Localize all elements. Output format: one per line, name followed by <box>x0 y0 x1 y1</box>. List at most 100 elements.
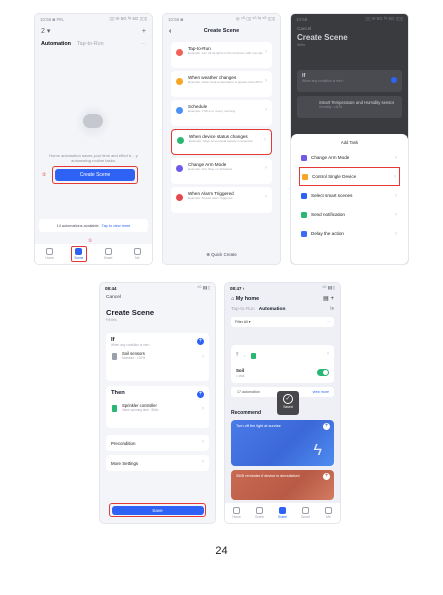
scene-icon <box>279 507 286 514</box>
tab-tap-to-run[interactable]: Tap-to-Run <box>77 41 104 47</box>
add-action-button[interactable]: + <box>197 391 204 398</box>
task-control-single-device[interactable]: Control Single Device › <box>299 167 400 186</box>
automations-available-banner[interactable]: 14 automations available. Tap to view mo… <box>39 219 148 232</box>
chevron-right-icon: › <box>202 406 204 412</box>
nav-scene[interactable]: Scene <box>252 507 268 519</box>
chevron-right-icon: › <box>395 192 397 199</box>
status-time: 10:55 ◙ ##L <box>40 16 64 22</box>
add-icon[interactable]: + <box>323 423 330 430</box>
filter-dropdown[interactable]: Filter All ▾ ⋯ <box>231 317 334 327</box>
cancel-button[interactable]: Cancel <box>291 24 408 33</box>
bottom-nav: Home Scene Smart Me <box>35 244 152 264</box>
more-settings-row[interactable]: More Settings › <box>106 455 209 471</box>
create-scene-button[interactable]: Create Scene <box>55 169 135 181</box>
option-change-arm-mode[interactable]: Change Arm Mode Example: Arm Stay on Sch… <box>171 158 272 184</box>
home-icon <box>46 248 54 255</box>
if-section: If When any condition is met › + Soil se… <box>106 333 209 381</box>
nav-me[interactable]: Me <box>321 507 337 519</box>
task-delay-action[interactable]: Delay the action › <box>299 224 400 243</box>
nav-scene-active[interactable]: Scene <box>275 507 291 519</box>
option-device-status-changes[interactable]: When device status changes Example: when… <box>171 129 272 155</box>
status-time: 10:58 <box>296 16 308 22</box>
automation-toggle[interactable] <box>317 369 329 376</box>
shield-icon <box>176 165 183 172</box>
smart-icon <box>302 507 309 514</box>
status-icons: ◎ ⁴ᴳ ▯▯ ⁵ᴳ ²ᵍ ⁵ᴳ ▯▯▯ <box>235 16 275 21</box>
header-actions[interactable]: ▤ + <box>323 295 334 302</box>
page-number: 24 <box>215 545 228 557</box>
sensor-icon <box>112 353 117 360</box>
task-change-arm-mode[interactable]: Change Arm Mode › <box>299 148 400 167</box>
status-time: 08:47 › <box>230 285 245 291</box>
chevron-right-icon: › <box>265 165 267 171</box>
option-tap-to-run[interactable]: Tap-to-Run Example: turn off all lights … <box>171 42 272 68</box>
task-select-smart-scenes[interactable]: Select smart scenes › <box>299 186 400 205</box>
page-subtitle: Write <box>297 43 306 47</box>
screen-add-task-sheet: 10:58 ▯▯ ✉ 5G ²ᵍ 5G ▯▯▯ Cancel Create Sc… <box>291 14 408 264</box>
status-bar: 08:47 › ⁵ᴳ ▮▮▯ <box>225 283 340 293</box>
save-highlight: Save <box>109 503 206 517</box>
chevron-right-icon: › <box>265 78 267 84</box>
condition-device[interactable]: Smart Temperature and Humidity sensor Hu… <box>297 96 402 118</box>
smart-icon <box>104 248 112 255</box>
recommend-card-sunrise[interactable]: Turn off the light at sunrise + ϟ <box>231 420 334 466</box>
status-icons: ⁵ᴳ ▮▮▯ <box>197 285 210 290</box>
tab-automation[interactable]: Automation <box>259 307 286 312</box>
condition-soil-sensor[interactable]: Soil sensors Moisture : <20% › <box>111 351 204 366</box>
chevron-right-icon: › <box>202 354 204 360</box>
screen-create-scene-options: 10:56 ◙ ◎ ⁴ᴳ ▯▯ ⁵ᴳ ²ᵍ ⁵ᴳ ▯▯▯ ‹ Create Sc… <box>163 14 280 264</box>
step-marker-2: ② <box>42 172 47 177</box>
bulb-icon <box>302 173 308 180</box>
precondition-row[interactable]: Precondition › <box>106 435 209 451</box>
sort-icon[interactable]: ⁞≡ <box>330 307 334 312</box>
arrow-icon: › <box>244 353 246 358</box>
chevron-right-icon: › <box>202 439 204 445</box>
action-sprinkler[interactable]: Sprinkler controller Valve opening time … <box>111 403 204 418</box>
nav-me[interactable]: Me <box>129 248 145 260</box>
quick-create-button[interactable]: ⊕ Quick Create <box>163 252 280 258</box>
cancel-button[interactable]: Cancel <box>100 293 215 302</box>
save-button[interactable]: Save <box>111 505 204 515</box>
if-section: If When any condition is met › <box>297 70 402 92</box>
add-button[interactable]: + <box>142 28 146 35</box>
clock-icon <box>176 107 183 114</box>
more-icon[interactable]: ··· <box>141 41 146 47</box>
home-selector-row: 2 ▾ + <box>35 24 152 38</box>
scene-type-list: Tap-to-Run Example: turn off all lights … <box>171 42 272 216</box>
sprinkler-icon <box>112 405 117 412</box>
chevron-right-icon: › <box>264 137 266 143</box>
automations-available-text: 14 automations available. <box>56 223 100 228</box>
more-icon[interactable]: ⋯ <box>326 320 330 324</box>
status-icons: ⁵ᴳ ▮▮▯ <box>322 285 335 290</box>
add-icon[interactable]: + <box>323 473 330 480</box>
automation-card-soil[interactable]: ⫯ › › Soil 1 task <box>231 345 334 383</box>
status-icons: ▯▯ ✉ 5G ²ᵍ 5G ▯▯▯ <box>365 16 403 21</box>
add-icon[interactable] <box>391 77 397 83</box>
option-alarm-triggered[interactable]: When Alarm Triggered Example: Smoke Aler… <box>171 187 272 213</box>
screen-automation-empty: 10:55 ◙ ##L ▯▯ ✉ 5G ²ᵍ 5G ▯▯▯ 2 ▾ + Auto… <box>35 14 152 264</box>
recommend-card-sms[interactable]: SMS reminder if device is demolished + <box>231 470 334 500</box>
me-icon <box>133 248 141 255</box>
tab-tap-to-run[interactable]: Tap-to-Run <box>231 307 255 312</box>
recommend-heading: Recommend <box>231 410 262 416</box>
page-title: Create Scene <box>203 28 240 34</box>
home-selector[interactable]: 2 ▾ <box>41 27 50 35</box>
option-schedule[interactable]: Schedule Example: 7:00 a.m. every mornin… <box>171 100 272 126</box>
nav-home[interactable]: Home <box>229 507 245 519</box>
task-send-notification[interactable]: Send notification › <box>299 205 400 224</box>
sensor-icon: ⫯ <box>236 352 239 358</box>
view-more-link[interactable]: Tap to view more <box>102 224 131 228</box>
page-subtitle: Fill this <box>106 318 117 322</box>
nav-home[interactable]: Home <box>42 248 58 260</box>
home-selector[interactable]: ⌂ My home <box>231 296 259 302</box>
add-condition-button[interactable]: + <box>197 338 204 345</box>
nav-smart[interactable]: Smart <box>100 248 116 260</box>
tab-automation[interactable]: Automation <box>41 41 71 47</box>
nav-scene[interactable]: Scene <box>70 246 87 262</box>
empty-state-illustration <box>75 104 111 140</box>
status-time: 08:44 <box>105 285 117 291</box>
option-weather-changes[interactable]: When weather changes Example: when local… <box>171 71 272 97</box>
chevron-right-icon: › <box>202 459 204 465</box>
scene-tabs: Automation Tap-to-Run ··· <box>35 38 152 50</box>
nav-smart[interactable]: Smart <box>298 507 314 519</box>
